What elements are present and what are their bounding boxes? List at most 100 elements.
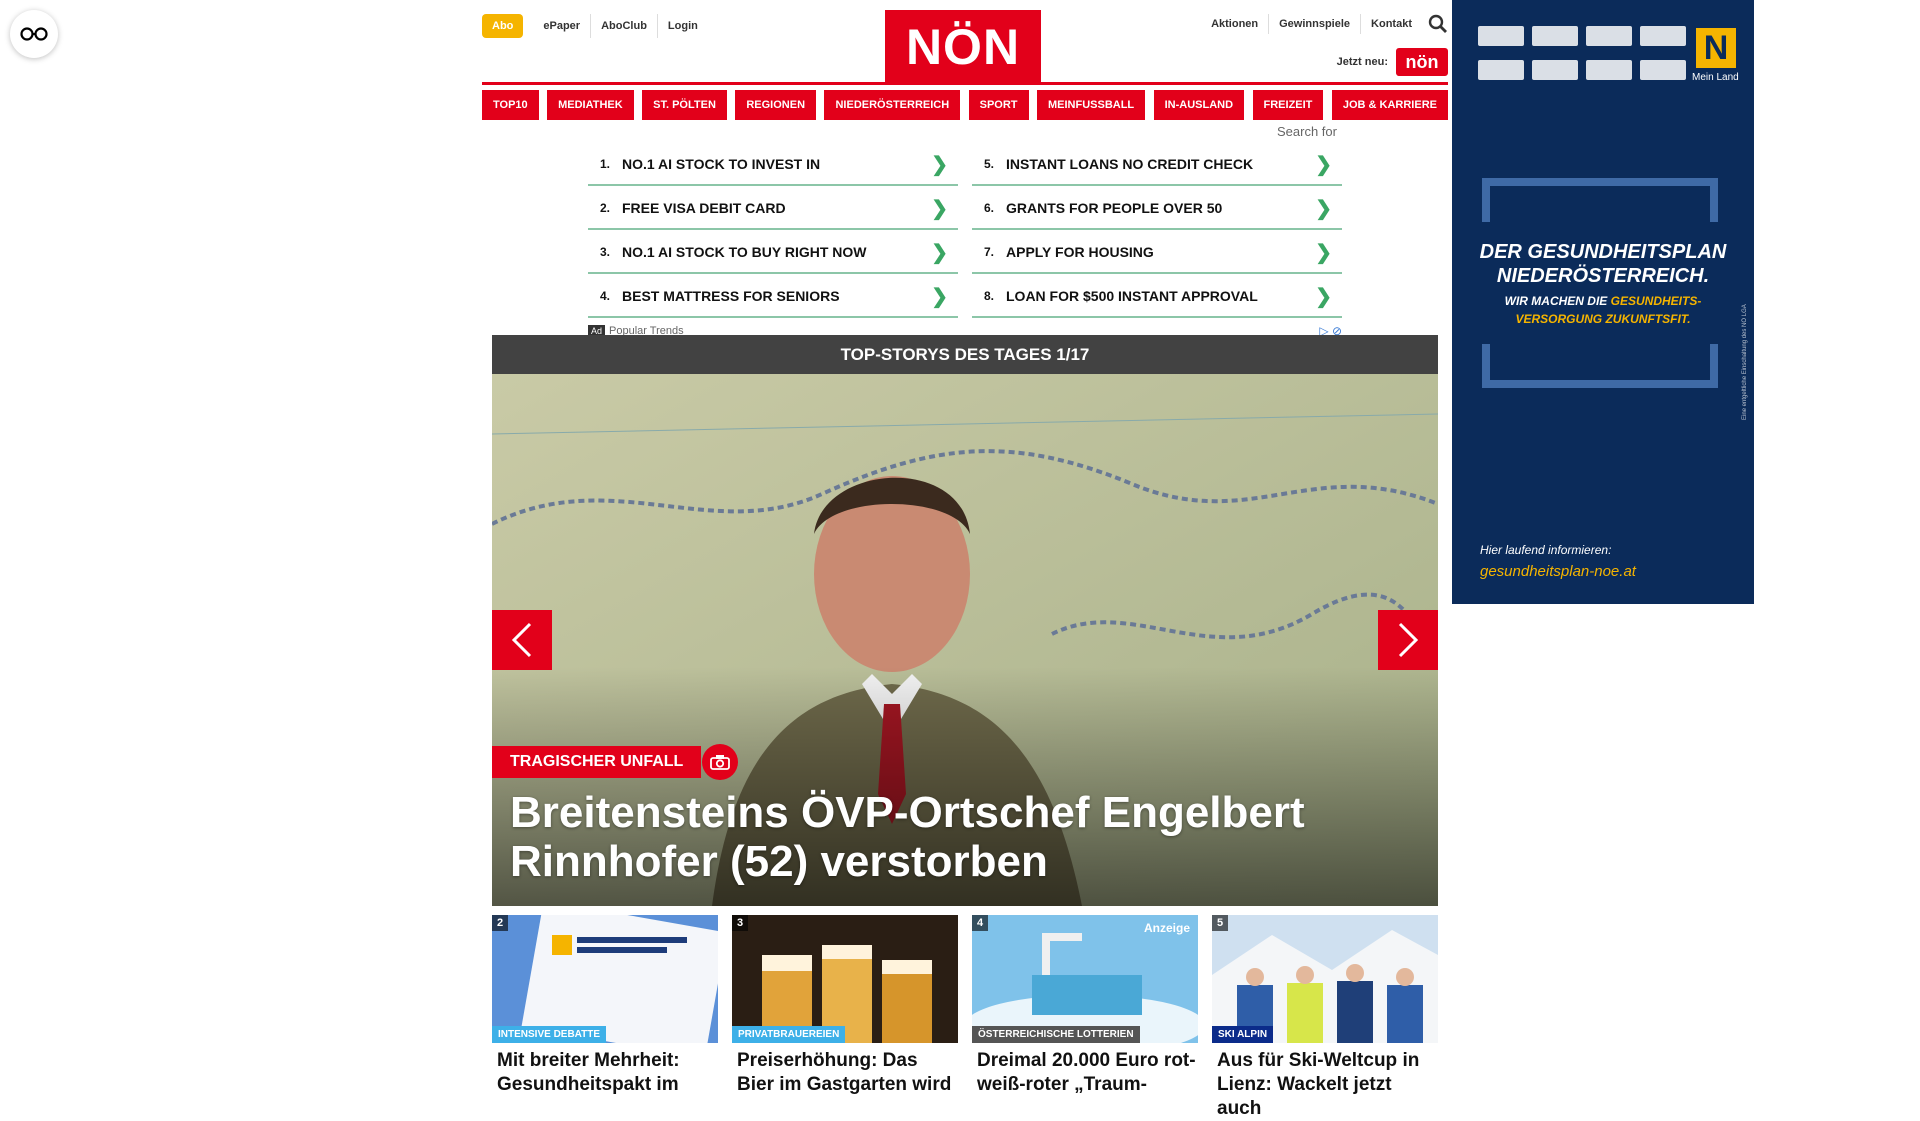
chevron-right-icon bbox=[1398, 622, 1419, 658]
teaser-card[interactable]: 2 INTENSIVE DEBATTE Mit breiter Mehrheit… bbox=[492, 915, 718, 1121]
teaser-number: 3 bbox=[732, 915, 749, 931]
partner-logo-icon bbox=[1532, 60, 1578, 80]
bracket-decoration bbox=[1482, 178, 1718, 222]
ad-link[interactable]: 6. GRANTS FOR PEOPLE OVER 50 ❯ bbox=[972, 188, 1342, 230]
teaser-title[interactable]: Dreimal 20.000 Euro rot-weiß-roter „Trau… bbox=[972, 1049, 1198, 1097]
nav-mediathek[interactable]: MEDIATHEK bbox=[547, 90, 634, 120]
slider-prev-button[interactable] bbox=[492, 610, 552, 670]
teaser-image: 2 INTENSIVE DEBATTE bbox=[492, 915, 718, 1043]
nav-freizeit[interactable]: FREIZEIT bbox=[1252, 90, 1324, 120]
glasses-icon bbox=[20, 27, 48, 41]
teaser-number: 4 bbox=[972, 915, 989, 931]
nav-top10[interactable]: TOP10 bbox=[482, 90, 539, 120]
teaser-image: 4 Anzeige ÖSTERREICHISCHE LOTTERIEN bbox=[972, 915, 1198, 1043]
teaser-card[interactable]: 5 SKI ALPIN Aus für Ski-Weltcup in Lienz… bbox=[1212, 915, 1438, 1121]
search-icon[interactable] bbox=[1428, 14, 1448, 34]
ad-headline: DER GESUNDHEITSPLAN NIEDERÖSTERREICH. bbox=[1472, 240, 1734, 288]
reader-glasses-button[interactable] bbox=[10, 10, 58, 58]
teaser-card[interactable]: 4 Anzeige ÖSTERREICHISCHE LOTTERIEN Drei… bbox=[972, 915, 1198, 1121]
ad-headline-line1: DER GESUNDHEITSPLAN bbox=[1479, 241, 1727, 263]
ad-text: APPLY FOR HOUSING bbox=[1006, 244, 1154, 260]
login-link[interactable]: Login bbox=[656, 14, 708, 38]
teaser-title[interactable]: Preiserhöhung: Das Bier im Gastgarten wi… bbox=[732, 1049, 958, 1097]
partner-logo-icon bbox=[1478, 60, 1524, 80]
gewinnspiele-link[interactable]: Gewinnspiele bbox=[1268, 14, 1360, 34]
hero-title[interactable]: Breitensteins ÖVP-Ortschef Engelbert Rin… bbox=[510, 788, 1390, 886]
chevron-right-icon: ❯ bbox=[1315, 197, 1332, 220]
bracket-decoration bbox=[1482, 344, 1718, 388]
hero-story[interactable]: TRAGISCHER UNFALL Breitensteins ÖVP-Orts… bbox=[492, 374, 1438, 906]
sponsored-search-list: 1. NO.1 AI STOCK TO INVEST IN ❯ 2. FREE VIS… bbox=[588, 144, 1342, 338]
nav-job-karriere[interactable]: JOB & KARRIERE bbox=[1331, 90, 1448, 120]
camera-icon bbox=[702, 744, 738, 780]
ad-num: 3. bbox=[599, 245, 610, 259]
teaser-tag: PRIVATBRAUEREIEN bbox=[732, 1026, 846, 1043]
ad-num: 1. bbox=[599, 157, 610, 171]
ad-link[interactable]: 4. BEST MATTRESS FOR SENIORS ❯ bbox=[588, 276, 958, 318]
ad-headline-line2: NIEDERÖSTERREICH. bbox=[1496, 265, 1710, 287]
jetzt-neu: Jetzt neu: nön bbox=[1337, 48, 1448, 76]
header-divider bbox=[482, 82, 1448, 85]
chevron-right-icon: ❯ bbox=[931, 285, 948, 308]
teaser-number: 5 bbox=[1212, 915, 1229, 931]
teaser-image: 5 SKI ALPIN bbox=[1212, 915, 1438, 1043]
chevron-left-icon bbox=[511, 622, 532, 658]
nav-st-poelten[interactable]: ST. PÖLTEN bbox=[642, 90, 727, 120]
jetzt-neu-logo[interactable]: nön bbox=[1396, 48, 1448, 76]
ad-footer-link[interactable]: gesundheitsplan-noe.at bbox=[1480, 563, 1636, 580]
teaser-title[interactable]: Mit breiter Mehrheit: Gesundheitspakt im bbox=[492, 1049, 718, 1097]
hero-kicker: TRAGISCHER UNFALL bbox=[492, 746, 702, 778]
ad-link[interactable]: 5. INSTANT LOANS NO CREDIT CHECK ❯ bbox=[972, 144, 1342, 186]
aktionen-link[interactable]: Aktionen bbox=[1201, 14, 1268, 34]
nav-in-ausland[interactable]: IN-AUSLAND bbox=[1153, 90, 1245, 120]
partner-logo-icon bbox=[1586, 26, 1632, 46]
ad-text: BEST MATTRESS FOR SENIORS bbox=[622, 288, 840, 304]
top-nav: Abo ePaper AboClub Login bbox=[482, 14, 708, 38]
chevron-right-icon: ❯ bbox=[931, 197, 948, 220]
ad-subline-part1: WIR MACHEN DIE bbox=[1504, 294, 1608, 308]
epaper-link[interactable]: ePaper bbox=[533, 14, 590, 38]
ad-text: NO.1 AI STOCK TO BUY RIGHT NOW bbox=[622, 244, 867, 260]
category-nav: TOP10 MEDIATHEK ST. PÖLTEN REGIONEN NIED… bbox=[482, 90, 1448, 120]
ad-link[interactable]: 2. FREE VISA DEBIT CARD ❯ bbox=[588, 188, 958, 230]
ad-text: NO.1 AI STOCK TO INVEST IN bbox=[622, 156, 821, 172]
nav-niederoesterreich[interactable]: NIEDERÖSTERREICH bbox=[824, 90, 961, 120]
nav-sport[interactable]: SPORT bbox=[968, 90, 1029, 120]
ad-link[interactable]: 3. NO.1 AI STOCK TO BUY RIGHT NOW ❯ bbox=[588, 232, 958, 274]
teaser-title[interactable]: Aus für Ski-Weltcup in Lienz: Wackelt je… bbox=[1212, 1049, 1438, 1121]
anzeige-label: Anzeige bbox=[1143, 921, 1190, 935]
teaser-card[interactable]: 3 PRIVATBRAUEREIEN Preiserhöhung: Das Bi… bbox=[732, 915, 958, 1121]
aboclub-link[interactable]: AboClub bbox=[590, 14, 657, 38]
ad-num: 8. bbox=[983, 289, 994, 303]
chevron-right-icon: ❯ bbox=[931, 153, 948, 176]
nav-meinfussball[interactable]: MEINFUSSBALL bbox=[1036, 90, 1146, 120]
ad-text: INSTANT LOANS NO CREDIT CHECK bbox=[1006, 156, 1254, 172]
ad-footer-text: Hier laufend informieren: bbox=[1480, 543, 1612, 557]
partner-logo-icon bbox=[1478, 26, 1524, 46]
ad-num: 7. bbox=[983, 245, 994, 259]
ad-num: 6. bbox=[983, 201, 994, 215]
ad-link[interactable]: 1. NO.1 AI STOCK TO INVEST IN ❯ bbox=[588, 144, 958, 186]
ad-link[interactable]: 7. APPLY FOR HOUSING ❯ bbox=[972, 232, 1342, 274]
chevron-right-icon: ❯ bbox=[1315, 285, 1332, 308]
slider-next-button[interactable] bbox=[1378, 610, 1438, 670]
ad-disclosure: Eine entgeltliche Einschaltung des NÖ LG… bbox=[1742, 304, 1748, 420]
ad-link[interactable]: 8. LOAN FOR $500 INSTANT APPROVAL ❯ bbox=[972, 276, 1342, 318]
nav-regionen[interactable]: REGIONEN bbox=[735, 90, 817, 120]
side-advertisement[interactable]: N Mein Land DER GESUNDHEITSPLAN NIEDERÖST… bbox=[1452, 0, 1754, 604]
kontakt-link[interactable]: Kontakt bbox=[1360, 14, 1422, 34]
teaser-row: 2 INTENSIVE DEBATTE Mit breiter Mehrheit… bbox=[492, 915, 1438, 1121]
ad-subline-part3: VERSORGUNG ZUKUNFTSFIT. bbox=[1515, 312, 1691, 326]
chevron-right-icon: ❯ bbox=[1315, 241, 1332, 264]
top-stories: TOP-STORYS DES TAGES 1/17 TRAGISCHER UNF… bbox=[492, 335, 1438, 906]
noen-logo[interactable]: NÖN bbox=[885, 10, 1041, 84]
abo-button[interactable]: Abo bbox=[482, 14, 524, 38]
teaser-tag: SKI ALPIN bbox=[1212, 1026, 1274, 1043]
chevron-right-icon: ❯ bbox=[931, 241, 948, 264]
ad-subline: WIR MACHEN DIE GESUNDHEITS- VERSORGUNG ZU… bbox=[1472, 292, 1734, 328]
ad-text: LOAN FOR $500 INSTANT APPROVAL bbox=[1006, 288, 1258, 304]
ad-num: 2. bbox=[599, 201, 610, 215]
teaser-tag: ÖSTERREICHISCHE LOTTERIEN bbox=[972, 1026, 1140, 1043]
noe-caption: Mein Land bbox=[1692, 72, 1739, 83]
teaser-tag: INTENSIVE DEBATTE bbox=[492, 1026, 607, 1043]
